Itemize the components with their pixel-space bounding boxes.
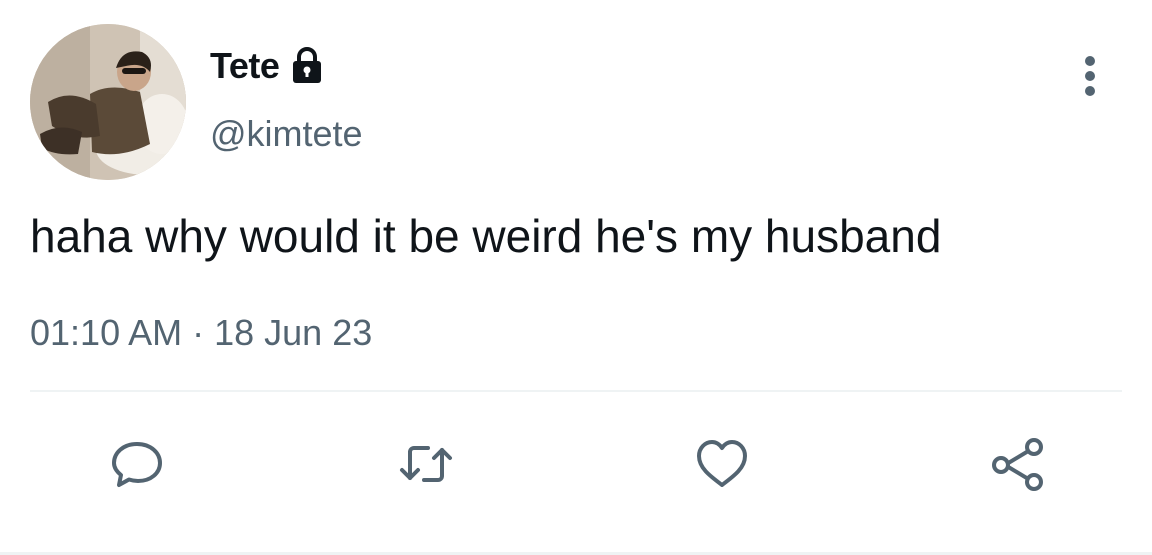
like-button[interactable] xyxy=(690,432,754,496)
more-dot xyxy=(1085,56,1095,66)
retweet-button[interactable] xyxy=(394,432,458,496)
handle[interactable]: @kimtete xyxy=(210,112,363,156)
timestamp-separator: · xyxy=(192,312,205,353)
tweet-date: 18 Jun 23 xyxy=(214,312,373,353)
tweet-time: 01:10 AM xyxy=(30,312,183,353)
share-icon xyxy=(992,438,1043,491)
tweet-timestamp[interactable]: 01:10 AM · 18 Jun 23 xyxy=(30,310,372,356)
retweet-icon xyxy=(400,446,452,482)
more-dot xyxy=(1085,86,1095,96)
avatar-photo xyxy=(30,24,186,180)
share-button[interactable] xyxy=(986,432,1050,496)
divider xyxy=(30,390,1122,392)
speech-bubble-icon xyxy=(112,442,162,487)
reply-button[interactable] xyxy=(105,432,169,496)
more-options-button[interactable] xyxy=(1070,52,1110,100)
avatar[interactable] xyxy=(30,24,186,180)
display-name[interactable]: Tete xyxy=(210,44,280,88)
lock-icon xyxy=(287,46,327,86)
tweet-text: haha why would it be weird he's my husba… xyxy=(30,210,942,262)
more-dot xyxy=(1085,71,1095,81)
heart-icon xyxy=(697,440,747,487)
display-name-row[interactable]: Tete xyxy=(210,44,327,88)
